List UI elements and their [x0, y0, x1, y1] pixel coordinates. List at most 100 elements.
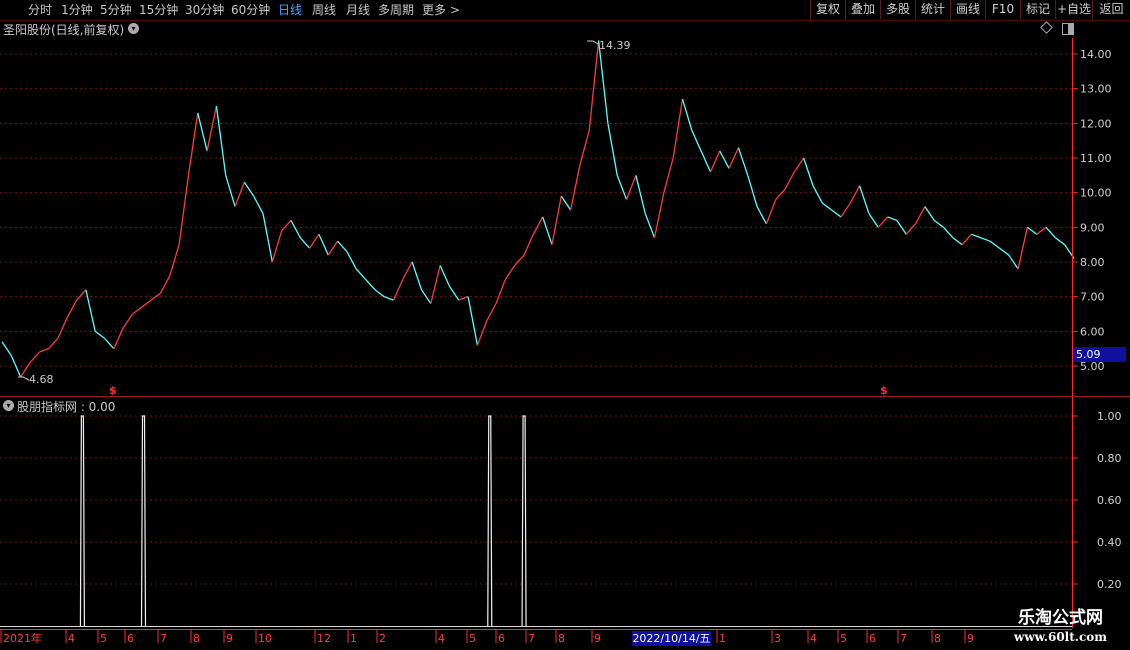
price-segment: [48, 337, 59, 350]
price-segment: [337, 240, 348, 253]
price-segment: [784, 171, 795, 190]
price-segment: [868, 213, 879, 228]
signal-marker: $: [109, 384, 117, 397]
signal-marker: $: [880, 384, 888, 397]
price-segment: [933, 219, 944, 228]
stock-title: 圣阳股份(日线,前复权): [3, 23, 125, 37]
price-segment: [262, 213, 273, 263]
price-segment: [374, 289, 385, 298]
price-segment: [532, 216, 544, 235]
price-segment: [197, 112, 208, 152]
panel-toggle-icon[interactable]: [1062, 23, 1074, 35]
low-pointer: [18, 376, 30, 381]
price-segment: [887, 216, 898, 222]
price-segment: [365, 278, 376, 291]
indicator-tick-label: 0.60: [1097, 494, 1122, 507]
price-segment: [150, 292, 161, 301]
time-label: 8: [558, 632, 565, 645]
price-segment: [253, 195, 264, 214]
stock-chart[interactable]: 14.0013.0012.0011.0010.009.008.007.006.0…: [0, 0, 1130, 650]
price-segment: [411, 261, 423, 290]
watermark-url: www.60lt.com: [1014, 630, 1107, 644]
price-segment: [448, 285, 460, 301]
time-label: 1: [719, 632, 726, 645]
cursor-date-badge: 2022/10/14/五: [632, 631, 711, 646]
indicator-tick-label: 1.00: [1097, 410, 1122, 423]
price-segment: [430, 265, 441, 304]
price-segment: [560, 195, 572, 211]
price-segment: [709, 150, 721, 173]
price-segment: [132, 306, 143, 315]
price-segment: [831, 209, 842, 218]
price-segment: [999, 247, 1010, 256]
price-segment: [542, 216, 553, 245]
signal-spike: [140, 415, 147, 627]
price-segment: [29, 351, 40, 363]
price-segment: [504, 265, 516, 280]
price-segment: [206, 105, 218, 152]
price-segment: [597, 40, 609, 124]
time-label: 7: [528, 632, 535, 645]
time-label: 8: [934, 632, 941, 645]
time-label: 10: [258, 632, 272, 645]
price-segment: [840, 202, 851, 218]
price-tick-label: 11.00: [1080, 152, 1112, 165]
price-segment: [579, 130, 590, 166]
price-segment: [467, 296, 479, 346]
price-segment: [1017, 227, 1029, 270]
indicator-title: 股朋指标网 : 0.00: [17, 400, 116, 414]
price-segment: [849, 185, 861, 204]
price-tick-label: 8.00: [1080, 256, 1105, 269]
price-tick-label: 10.00: [1080, 187, 1112, 200]
price-segment: [821, 202, 833, 211]
price-segment: [961, 233, 972, 246]
price-segment: [793, 157, 805, 173]
time-label: 7: [900, 632, 907, 645]
price-segment: [896, 220, 907, 235]
price-segment: [215, 105, 227, 176]
price-segment: [57, 317, 68, 339]
time-label: 5: [840, 632, 847, 645]
price-segment: [476, 320, 488, 346]
time-label: 8: [193, 632, 200, 645]
indicator-tick-label: 0.20: [1097, 578, 1122, 591]
price-series: [1, 40, 1075, 378]
price-segment: [625, 175, 637, 200]
price-segment: [681, 98, 693, 131]
time-label: 5: [469, 632, 476, 645]
chevron-down-icon[interactable]: ▾: [128, 23, 139, 34]
price-segment: [1045, 226, 1056, 239]
price-segment: [495, 279, 506, 304]
price-segment: [858, 185, 870, 214]
time-label: 6: [498, 632, 505, 645]
price-segment: [551, 196, 562, 245]
price-segment: [281, 219, 292, 232]
indicator-grid: [0, 415, 1072, 585]
price-segment: [523, 234, 534, 256]
price-segment: [39, 348, 49, 353]
time-label: 1: [350, 632, 357, 645]
price-segment: [971, 233, 982, 239]
price-segment: [159, 275, 171, 294]
price-segment: [644, 213, 656, 238]
price-segment: [812, 185, 823, 204]
price-segment: [318, 234, 329, 256]
price-segment: [775, 188, 786, 201]
price-segment: [234, 182, 245, 207]
price-segment: [355, 268, 367, 280]
price-segment: [85, 289, 96, 332]
price-segment: [1027, 226, 1038, 235]
price-segment: [169, 244, 180, 277]
price-segment: [10, 355, 22, 378]
price-segment: [700, 150, 712, 173]
indicator-tick-label: 0.40: [1097, 536, 1122, 549]
price-segment: [309, 233, 320, 249]
price-segment: [486, 303, 497, 322]
main-grid: [0, 53, 1072, 367]
price-segment: [877, 216, 889, 228]
price-segment: [76, 289, 87, 301]
price-segment: [980, 237, 991, 242]
price-segment: [943, 226, 954, 239]
chevron-down-icon[interactable]: ▾: [3, 400, 14, 411]
price-tick-label: 13.00: [1080, 83, 1112, 96]
